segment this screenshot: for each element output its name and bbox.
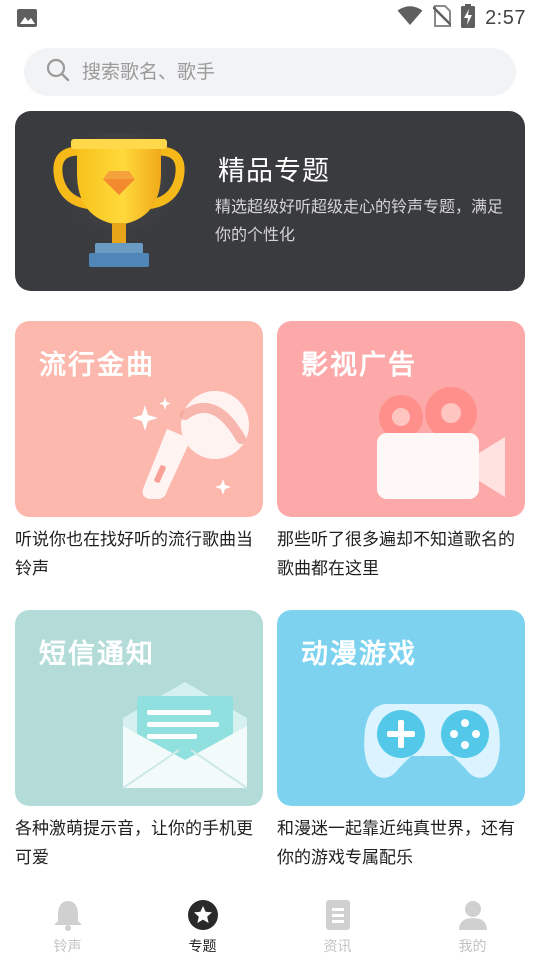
battery-charging-icon [461,4,476,32]
category-card-description: 各种激萌提示音，让你的手机更可爱 [15,819,253,868]
person-icon [456,898,490,932]
search-input[interactable] [82,61,482,83]
bottom-tab-bar: 铃声 专题 资讯 我的 [0,890,540,960]
search-bar[interactable] [24,48,516,96]
banner-title: 精品专题 [218,156,330,187]
category-card-description: 听说你也在找好听的流行歌曲当铃声 [15,530,253,579]
category-card-description: 那些听了很多遍却不知道歌名的歌曲都在这里 [277,530,515,579]
category-card-pop-image: 流行金曲 [15,321,263,517]
tab-label: 资讯 [323,939,352,955]
category-card-pop[interactable]: 流行金曲 [15,321,263,517]
tab-topics[interactable]: 专题 [135,890,270,960]
movie-camera-icon [277,321,525,517]
category-card-film-ads[interactable]: 影视广告 [277,321,525,517]
tab-news[interactable]: 资讯 [270,890,405,960]
category-card-film-ads-image: 影视广告 [277,321,525,517]
tab-mine[interactable]: 我的 [405,890,540,960]
bell-icon [51,898,85,932]
search-icon [46,58,70,86]
gamepad-icon [277,610,525,806]
category-card-anime-games[interactable]: 动漫游戏 [277,610,525,806]
tab-label: 专题 [188,939,217,955]
banner-description: 精选超级好听超级走心的铃声专题，满足你的个性化 [215,197,504,244]
microphone-icon [15,321,263,517]
envelope-icon [15,610,263,806]
trophy-icon [49,125,189,283]
tab-label: 铃声 [53,939,82,955]
tab-label: 我的 [458,939,487,955]
wifi-icon [397,6,423,30]
status-icons: 2:57 [397,4,526,32]
featured-banner[interactable]: 精品专题 精选超级好听超级走心的铃声专题，满足你的个性化 [15,111,525,291]
category-card-sms-image: 短信通知 [15,610,263,806]
no-sim-icon [432,5,452,31]
status-bar: 2:57 [0,0,540,36]
category-card-description: 和漫迷一起靠近纯真世界，还有你的游戏专属配乐 [277,819,515,868]
star-circle-icon [186,898,220,932]
category-card-anime-games-image: 动漫游戏 [277,610,525,806]
category-card-sms[interactable]: 短信通知 [15,610,263,806]
tab-ringtones[interactable]: 铃声 [0,890,135,960]
clock: 2:57 [485,6,526,29]
image-icon [16,8,38,28]
document-icon [321,898,355,932]
